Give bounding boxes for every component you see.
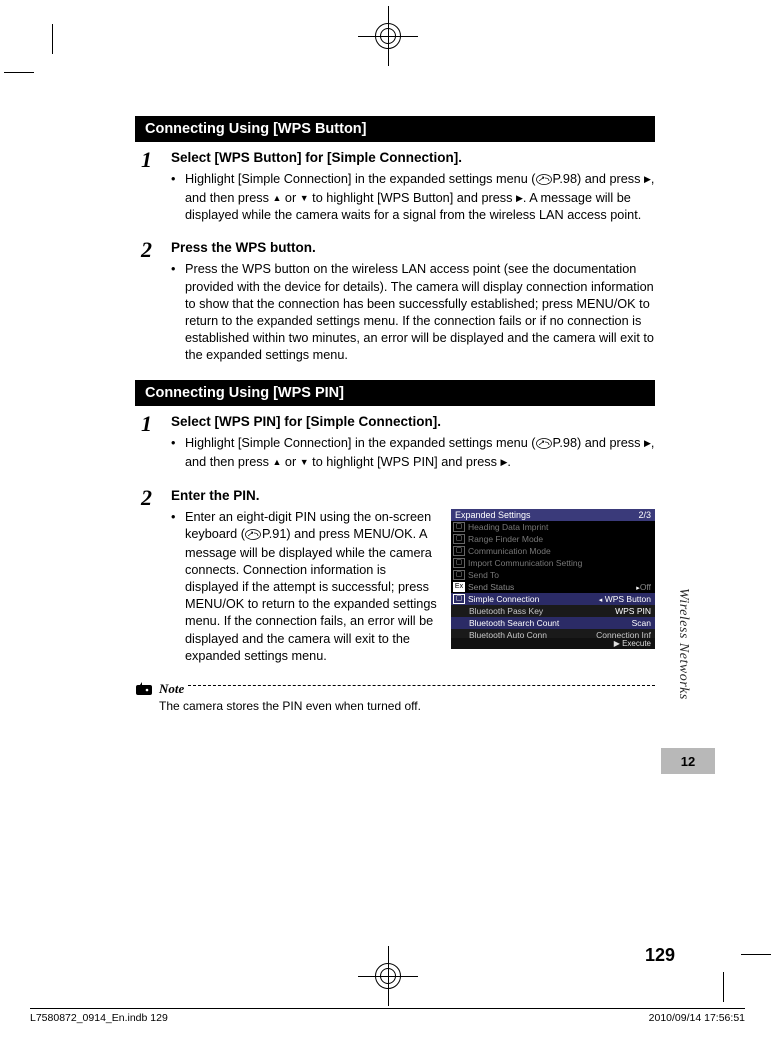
lcd-menu-item: Import Communication Setting	[468, 558, 582, 568]
bullet-text: Highlight [Simple Connection] in the exp…	[185, 436, 536, 450]
lcd-value: Scan	[632, 618, 651, 628]
bullet-text: Highlight [Simple Connection] in the exp…	[185, 172, 536, 186]
lcd-footer: ▶ Execute	[614, 639, 651, 648]
registration-mark-top	[358, 6, 418, 66]
step-bullet: • Highlight [Simple Connection] in the e…	[171, 435, 655, 471]
crop-mark-bottom-right	[697, 928, 741, 972]
step-title: Select [WPS Button] for [Simple Connecti…	[171, 150, 655, 165]
note-label: Note	[159, 681, 184, 697]
bullet-text: to highlight [WPS Button] and press	[309, 191, 516, 205]
step-1-wps-button: 1 Select [WPS Button] for [Simple Connec…	[135, 150, 655, 230]
page-reference: P.98	[553, 172, 577, 186]
right-arrow-icon	[516, 191, 523, 205]
step-title: Press the WPS button.	[171, 240, 655, 255]
reference-icon	[536, 173, 552, 190]
reference-icon	[536, 437, 552, 454]
section-heading-wps-pin: Connecting Using [WPS PIN]	[135, 380, 655, 406]
lcd-value: WPS PIN	[615, 606, 651, 616]
footer-filename: L7580872_0914_En.indb 129	[30, 1012, 168, 1024]
lcd-page-indicator: 2/3	[638, 510, 651, 520]
bullet-text: ) and press MENU/OK. A message will be d…	[185, 527, 437, 663]
right-arrow-icon	[644, 436, 651, 450]
bullet-text: ) and press	[577, 172, 644, 186]
lcd-menu-item: Range Finder Mode	[468, 534, 543, 544]
lcd-value: WPS Button	[605, 594, 651, 604]
step-1-wps-pin: 1 Select [WPS PIN] for [Simple Connectio…	[135, 414, 655, 477]
lcd-menu-item: Send To	[468, 570, 499, 580]
step-bullet: • Press the WPS button on the wireless L…	[171, 261, 655, 364]
lcd-menu-item: Communication Mode	[468, 546, 551, 556]
lcd-sub-item: Bluetooth Search Count	[469, 618, 559, 628]
page-reference: P.98	[553, 436, 577, 450]
crop-mark-top-left	[34, 54, 78, 98]
down-arrow-icon	[300, 455, 309, 469]
side-chapter-label: Wireless Networks	[675, 588, 693, 748]
note-icon	[135, 681, 153, 697]
lcd-value: Off	[640, 582, 651, 592]
registration-mark-bottom	[358, 946, 418, 1006]
bullet-text: .	[507, 455, 511, 469]
step-number: 2	[135, 488, 171, 671]
page-content: Connecting Using [WPS Button] 1 Select […	[135, 116, 655, 713]
camera-lcd-screenshot: Expanded Settings2/3 ▢Heading Data Impri…	[451, 509, 655, 649]
lcd-sub-item: Bluetooth Pass Key	[469, 606, 543, 616]
lcd-menu-item: Send Status	[468, 582, 514, 592]
step-2-wps-pin: 2 Enter the PIN. • Enter an eight-digit …	[135, 488, 655, 671]
note-divider	[188, 685, 655, 686]
section-heading-wps-button: Connecting Using [WPS Button]	[135, 116, 655, 142]
bullet-text: or	[281, 455, 299, 469]
step-number: 2	[135, 240, 171, 370]
step-bullet: • Enter an eight-digit PIN using the on-…	[171, 509, 441, 665]
bullet-text: or	[281, 191, 299, 205]
footer-timestamp: 2010/09/14 17:56:51	[649, 1012, 745, 1024]
print-footer: L7580872_0914_En.indb 129 2010/09/14 17:…	[30, 1008, 745, 1024]
chapter-number-tab: 12	[661, 748, 715, 774]
lcd-ex-icon: Ex	[453, 582, 465, 592]
page-reference: P.91	[262, 527, 286, 541]
step-2-wps-button: 2 Press the WPS button. • Press the WPS …	[135, 240, 655, 370]
note-text: The camera stores the PIN even when turn…	[159, 699, 655, 713]
lcd-menu-item: Heading Data Imprint	[468, 522, 548, 532]
bullet-text: to highlight [WPS PIN] and press	[309, 455, 501, 469]
right-arrow-icon	[644, 172, 651, 186]
down-arrow-icon	[300, 191, 309, 205]
bullet-text: Press the WPS button on the wireless LAN…	[185, 261, 655, 364]
step-number: 1	[135, 414, 171, 477]
note-heading: Note	[135, 681, 655, 697]
lcd-menu-item-selected: Simple Connection	[468, 594, 539, 604]
step-title: Enter the PIN.	[171, 488, 655, 503]
lcd-title: Expanded Settings	[455, 510, 531, 520]
step-bullet: • Highlight [Simple Connection] in the e…	[171, 171, 655, 224]
side-vertical-text: Wireless Networks	[675, 588, 691, 700]
page-number: 129	[645, 945, 675, 966]
reference-icon	[245, 528, 261, 545]
step-number: 1	[135, 150, 171, 230]
bullet-text: ) and press	[577, 436, 644, 450]
step-title: Select [WPS PIN] for [Simple Connection]…	[171, 414, 655, 429]
